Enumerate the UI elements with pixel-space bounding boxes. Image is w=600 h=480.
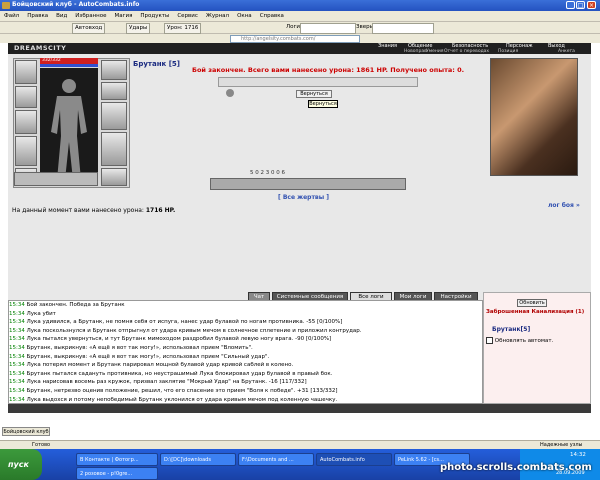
task-downloads[interactable]: D:\[DC]\downloads — [160, 453, 236, 466]
auto-update-label: Обновлять автомат. — [494, 338, 554, 344]
chat-line: 15:34 Лука пытался увернуться, и тут Бру… — [9, 336, 332, 343]
all-victims-link[interactable]: [ Все жертвы ] — [278, 194, 329, 201]
damage-summary: На данный момент вами нанесено урона: 17… — [12, 207, 175, 214]
menu-products[interactable]: Продукты — [136, 11, 173, 22]
subnav-skills[interactable]: Умения — [426, 49, 443, 54]
leggings-slot[interactable] — [101, 132, 127, 166]
helmet-slot[interactable] — [15, 60, 37, 84]
chat-line: 15:34 Лука нарисовав восемь раз кружок, … — [9, 379, 307, 386]
battle-stats: 5 0 2 3 0 0 6 — [250, 170, 285, 176]
address-input[interactable]: http://angelsity.combats.com/ — [230, 35, 360, 43]
chat-line: 15:34 Брутанк, нетрезво оценив положение… — [9, 387, 338, 394]
task-pizza[interactable]: 2 розовое - p!0gre... — [76, 467, 158, 480]
minimize-button[interactable]: _ — [566, 1, 575, 9]
login-field[interactable] — [300, 23, 356, 34]
menu-tools[interactable]: Сервис — [173, 11, 202, 22]
battle-result-message: Бой закончен. Всего вами нанесено урона:… — [192, 66, 465, 74]
close-button[interactable]: × — [587, 1, 596, 9]
site-logo[interactable]: DREAMSCITY — [14, 44, 84, 54]
menu-magic[interactable]: Магия — [111, 11, 137, 22]
menu-help[interactable]: Справка — [256, 11, 288, 22]
app-icon — [2, 2, 10, 9]
bracers-slot[interactable] — [15, 86, 37, 108]
shield-slot[interactable] — [101, 102, 127, 130]
return-button[interactable]: Вернуться — [296, 90, 332, 98]
return-tooltip: Вернуться — [308, 100, 338, 108]
amulet-slot[interactable] — [101, 60, 127, 80]
gloves-slot[interactable] — [101, 82, 127, 100]
boots-slot[interactable] — [101, 168, 127, 186]
menubar: Файл Правка Вид Избранное Магия Продукты Серви… — [0, 11, 600, 22]
chat-line: 15:34 Брутанк пытался садануть противник… — [9, 370, 333, 377]
chat-line: 15:34 Лука убит — [9, 310, 56, 317]
chat-line: 15:34 Бой закончен. Победа за Брутанк — [9, 302, 125, 308]
auto-update-option[interactable]: Обновлять автомат. — [486, 337, 553, 344]
task-vkontakte[interactable]: В Контакте | Фотогр... — [76, 453, 158, 466]
chat-log[interactable]: 15:34 Бой закончен. Победа за Брутанк 15… — [8, 300, 483, 404]
subnav-position[interactable]: Позиция — [498, 49, 518, 54]
menu-edit[interactable]: Правка — [23, 11, 52, 22]
menu-windows[interactable]: Окна — [233, 11, 256, 22]
nav-knowledge[interactable]: Знания — [378, 43, 397, 50]
subnav-profile[interactable]: Анкета — [558, 49, 575, 54]
battle-actions-icons[interactable] — [210, 178, 406, 190]
player-entry[interactable]: Брутанк[5] — [492, 326, 530, 333]
menu-view[interactable]: Вид — [52, 11, 71, 22]
refresh-button[interactable]: Обновить — [517, 299, 547, 307]
chat-line: 15:34 Лука удивился, а Брутанк, не помня… — [9, 319, 343, 326]
damage-value: 1716 HP. — [145, 207, 176, 214]
strikes-button[interactable]: Удары — [126, 23, 151, 34]
action-slots-bar[interactable] — [218, 77, 418, 87]
toolbar: Автовход Удары Урон: 1716 Логин: Зверь: — [0, 22, 600, 34]
character-name[interactable]: Брутанк [5] — [133, 60, 180, 68]
chat-line: 15:34 Лука выдохся и потому непобедимый … — [9, 396, 338, 403]
opponent-portrait — [490, 58, 578, 176]
window-titlebar[interactable]: Бойцовский клуб - AutoCombats.info _ □ × — [0, 0, 600, 11]
armor-slot[interactable] — [15, 136, 37, 166]
autoplay-button[interactable]: Автовход — [72, 23, 106, 34]
watermark: photo.scrolls.combats.com — [440, 462, 592, 473]
site-nav: Знания Общение Безопасность Персонаж Вых… — [8, 43, 591, 54]
chat-line: 15:34 Брутанк, выкрикнув: «А ещё я вот т… — [9, 344, 253, 351]
window-title: Бойцовский клуб - AutoCombats.info — [12, 1, 140, 8]
statusbar: Готово Надежные узлы — [0, 440, 600, 449]
menu-journal[interactable]: Журнал — [202, 11, 233, 22]
level-dropdown[interactable]: Урон: 1716 — [164, 23, 202, 34]
damage-label: На данный момент вами нанесено урона: — [12, 207, 146, 214]
browser-tab[interactable]: Бойцовский клуб — [2, 427, 50, 436]
battle-log-link[interactable]: лог боя » — [548, 202, 580, 209]
game-bottom-bar[interactable] — [8, 404, 591, 413]
subnav-news[interactable]: Новоправ — [404, 49, 427, 54]
rings-row[interactable] — [14, 172, 98, 186]
weapon-slot[interactable] — [15, 110, 37, 134]
subnav-transfers[interactable]: Отчет о переводах — [444, 49, 489, 54]
start-button[interactable]: пуск — [0, 449, 42, 480]
mana-bar — [40, 64, 98, 67]
clock[interactable]: 14:32 — [570, 452, 586, 458]
auto-update-checkbox[interactable] — [486, 337, 493, 344]
location-name: Заброшенная Канализация (1) — [486, 309, 585, 315]
lock-icon — [226, 89, 234, 97]
chat-line: 15:34 Лука поскользнулся и Брутанк отпры… — [9, 327, 362, 334]
maximize-button[interactable]: □ — [576, 1, 585, 9]
character-silhouette — [51, 79, 87, 180]
beast-field[interactable] — [372, 23, 434, 34]
task-documents[interactable]: F:\Documents and ... — [238, 453, 314, 466]
menu-file[interactable]: Файл — [0, 11, 23, 22]
chat-line: 15:34 Брутанк, выкрикнув: «А ещё я вот т… — [9, 353, 270, 360]
menu-favorites[interactable]: Избранное — [71, 11, 110, 22]
task-autocombats[interactable]: AutoCombats.info — [316, 453, 392, 466]
chat-line: 15:34 Лука потерял момент и Брутанк пари… — [9, 362, 294, 369]
